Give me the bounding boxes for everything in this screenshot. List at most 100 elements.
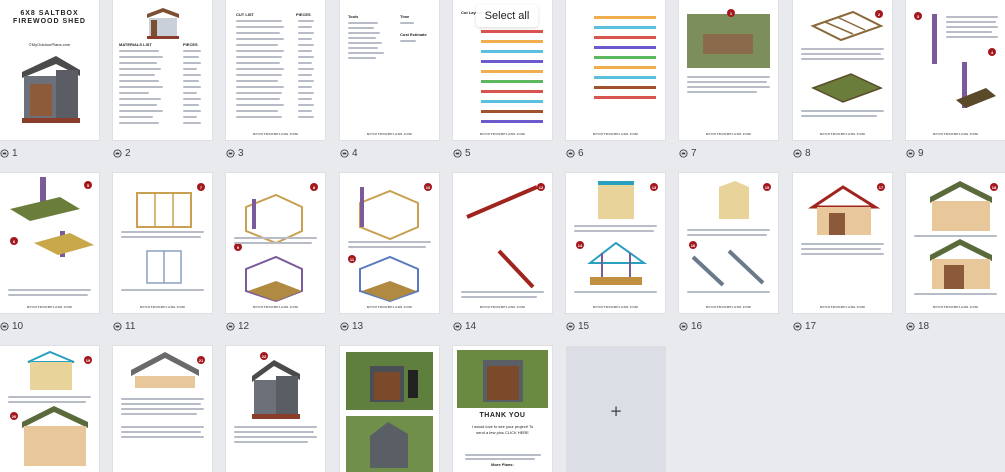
- page-icon: [679, 321, 688, 331]
- page-icon: [453, 148, 462, 158]
- time-heading: Time: [400, 14, 410, 19]
- page-footer: MYOUTDOORPLANS.COM: [932, 132, 979, 136]
- shed-illustration: [22, 56, 80, 123]
- page-preview: MYOUTDOORPLANS.COM: [566, 0, 665, 140]
- step-badge: 5: [84, 181, 92, 189]
- cut-list-heading: CUT LIST: [236, 12, 254, 17]
- page-number: 3: [238, 147, 244, 159]
- page-number: 5: [465, 147, 471, 159]
- page-footer: MYOUTDOORPLANS.COM: [819, 305, 866, 309]
- page-footer: MYOUTDOORPLANS.COM: [252, 305, 299, 309]
- page-icon: [340, 148, 349, 158]
- page-footer: MYOUTDOORPLANS.COM: [26, 305, 73, 309]
- page-footer: MYOUTDOORPLANS.COM: [592, 305, 639, 309]
- page-footer: MYOUTDOORPLANS.COM: [366, 305, 413, 309]
- page-preview: 17 MYOUTDOORPLANS.COM: [793, 173, 892, 313]
- more-plans-label: More Plans:: [491, 462, 514, 467]
- shed-illustration: [252, 360, 300, 419]
- page-footer: MYOUTDOORPLANS.COM: [479, 132, 526, 136]
- pieces-heading: PIECES: [183, 42, 198, 47]
- page-footer: MYOUTDOORPLANS.COM: [366, 132, 413, 136]
- step-badge: 6: [10, 237, 18, 245]
- page-footer: MYOUTDOORPLANS.COM: [932, 305, 979, 309]
- step-badge: 4: [988, 48, 996, 56]
- thank-you-heading: THANK YOU: [479, 412, 526, 419]
- page-number: 10: [12, 320, 24, 332]
- step-badge: 18: [990, 183, 998, 191]
- page-preview: [340, 346, 439, 472]
- page-footer: MYOUTDOORPLANS.COM: [705, 132, 752, 136]
- page-grid: 6X8 SALTBOX FIREWOOD SHED ©MyOutdoorPlan…: [0, 0, 1005, 472]
- roof-illustration: [930, 181, 992, 289]
- page-number: 1: [12, 147, 18, 159]
- page-footer: MYOUTDOORPLANS.COM: [592, 132, 639, 136]
- page-preview: 12 MYOUTDOORPLANS.COM: [453, 173, 552, 313]
- step-badge: 2: [875, 10, 883, 18]
- page-preview: 13 14 MYOUTDOORPLANS.COM: [566, 173, 665, 313]
- page-icon: [566, 148, 575, 158]
- page-preview: MATERIALS LIST PIECES: [113, 0, 212, 140]
- page-preview: 19 20: [0, 346, 99, 472]
- page-preview: 3 4 MYOUTDOORPLANS.COM: [906, 0, 1005, 140]
- page-preview: 22: [226, 346, 325, 472]
- page-preview: 1 MYOUTDOORPLANS.COM: [679, 0, 778, 140]
- page-footer: MYOUTDOORPLANS.COM: [252, 132, 299, 136]
- page-number: 11: [125, 320, 136, 332]
- page-number: 15: [578, 320, 590, 332]
- thank-you-message: I would love to see your project! To sen…: [471, 424, 534, 435]
- page-number: 4: [352, 147, 358, 159]
- shed-photo-art: [370, 422, 408, 468]
- page-number: 12: [238, 320, 250, 332]
- page-footer: MYOUTDOORPLANS.COM: [479, 305, 526, 309]
- page-number: 8: [805, 147, 811, 159]
- step-badge: 22: [260, 352, 268, 360]
- page-preview: 21: [113, 346, 212, 472]
- page-preview: Tools Time Cost Estimate MYOUTDOORPLANS.…: [340, 0, 439, 140]
- page-icon: [113, 148, 122, 158]
- page-footer: MYOUTDOORPLANS.COM: [139, 305, 186, 309]
- step-badge: 19: [84, 356, 92, 364]
- step-badge: 11: [348, 255, 356, 263]
- wall-illustration: [136, 192, 192, 284]
- page-icon: [793, 148, 802, 158]
- shed-photo-art: [483, 360, 523, 402]
- page-preview: 8 9 MYOUTDOORPLANS.COM: [226, 173, 325, 313]
- step-badge: 12: [537, 183, 545, 191]
- page-icon: [340, 321, 349, 331]
- add-page-button[interactable]: +: [566, 346, 666, 472]
- step-badge: 9: [234, 243, 242, 251]
- page-icon: [226, 148, 235, 158]
- wall-frame-illustration: [359, 187, 419, 303]
- page-preview: CUT LIST PIECES MYOUTDOORPLANS.COM: [226, 0, 325, 140]
- page-icon: [566, 321, 575, 331]
- step-badge: 16: [689, 241, 697, 249]
- page-icon: [679, 148, 688, 158]
- tools-heading: Tools: [348, 14, 359, 19]
- page-preview: 18 MYOUTDOORPLANS.COM: [906, 173, 1005, 313]
- materials-heading: MATERIALS LIST: [119, 42, 152, 47]
- page-number: 18: [918, 320, 930, 332]
- step-badge: 10: [424, 183, 432, 191]
- page-icon: [226, 321, 235, 331]
- page-preview: 10 11 MYOUTDOORPLANS.COM: [340, 173, 439, 313]
- cost-heading: Cost Estimate: [400, 32, 427, 37]
- page-preview: 6X8 SALTBOX FIREWOOD SHED ©MyOutdoorPlan…: [0, 0, 99, 140]
- page-number: 16: [691, 320, 703, 332]
- page-icon: [0, 148, 9, 158]
- shed-illustration: [147, 8, 179, 39]
- page-icon: [113, 321, 122, 331]
- pieces-heading: PIECES: [296, 12, 311, 17]
- step-badge: 1: [727, 9, 735, 17]
- frame-illustration: [810, 10, 884, 103]
- select-all-button[interactable]: Select all: [476, 5, 538, 27]
- step-badge: 14: [576, 241, 584, 249]
- step-badge: 15: [763, 183, 771, 191]
- page-number: 9: [918, 147, 924, 159]
- step-badge: 20: [10, 412, 18, 420]
- page-preview: 15 16 MYOUTDOORPLANS.COM: [679, 173, 778, 313]
- plus-icon: +: [609, 402, 623, 420]
- page-icon: [793, 321, 802, 331]
- step-badge: 13: [650, 183, 658, 191]
- page-number: 13: [352, 320, 364, 332]
- page-number: 6: [578, 147, 584, 159]
